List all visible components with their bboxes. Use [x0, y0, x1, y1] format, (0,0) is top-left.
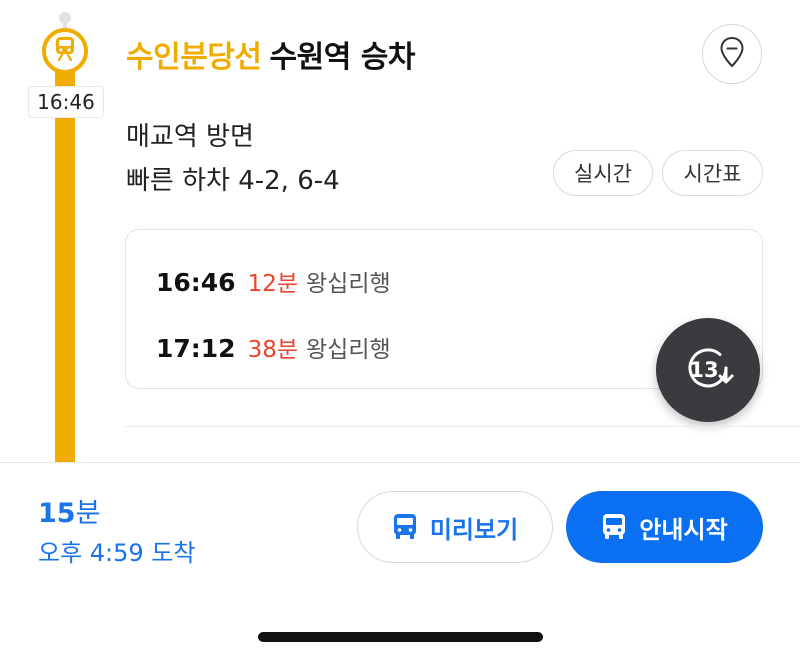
- start-guidance-button[interactable]: 안내시작: [566, 491, 763, 563]
- fast-exit-text: 빠른 하차 4-2, 6-4: [126, 166, 340, 196]
- station-action: 수원역 승차: [269, 40, 416, 75]
- train-badge: [42, 28, 88, 74]
- departure-time-badge: 16:46: [28, 86, 104, 118]
- train-icon: [53, 36, 77, 66]
- divider: [125, 426, 800, 427]
- preview-button[interactable]: 미리보기: [357, 491, 553, 563]
- timetable-button[interactable]: 시간표: [662, 150, 763, 196]
- arrival-minutes: 38분: [247, 337, 299, 363]
- arrival-minutes: 12분: [247, 271, 299, 297]
- bottom-bar: 15분 오후 4:59 도착 미리보기 안내시작: [0, 462, 800, 660]
- preview-label: 미리보기: [429, 515, 519, 544]
- arrival-estimate: 오후 4:59 도착: [38, 539, 196, 567]
- page-title: 수인분당선 수원역 승차: [126, 32, 415, 76]
- arrival-row: 16:46 12분 왕십리행: [156, 264, 391, 298]
- bus-icon: [601, 513, 627, 541]
- duration-unit: 분: [75, 498, 101, 529]
- arrival-destination: 왕십리행: [306, 337, 391, 363]
- bus-icon: [392, 513, 418, 541]
- refresh-countdown: 13: [689, 358, 719, 382]
- direction-text: 매교역 방면: [126, 122, 254, 152]
- realtime-button[interactable]: 실시간: [553, 150, 653, 196]
- home-indicator[interactable]: [258, 632, 543, 642]
- location-pin-icon: [719, 36, 745, 72]
- trip-duration: 15분: [38, 491, 100, 530]
- route-line: [55, 70, 75, 464]
- arrival-row: 17:12 38분 왕십리행: [156, 330, 391, 364]
- start-label: 안내시작: [639, 515, 728, 544]
- arrival-time: 16:46: [156, 268, 236, 297]
- location-button[interactable]: [702, 24, 762, 84]
- line-name: 수인분당선: [126, 40, 262, 75]
- refresh-button[interactable]: 13: [656, 318, 760, 422]
- duration-value: 15: [38, 498, 76, 529]
- arrival-destination: 왕십리행: [306, 271, 391, 297]
- arrival-time: 17:12: [156, 334, 236, 363]
